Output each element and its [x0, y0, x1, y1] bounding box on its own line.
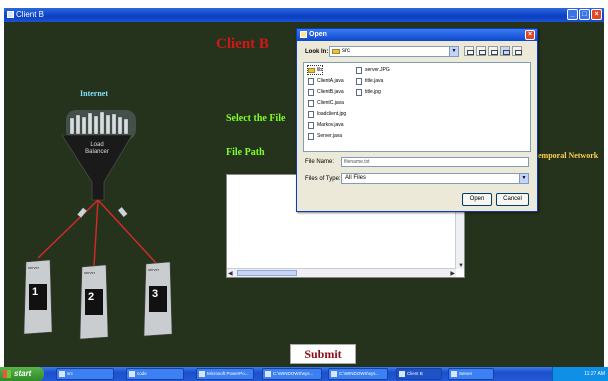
dialog-title: Open: [309, 31, 327, 38]
list-item[interactable]: loadclient.jpg: [308, 110, 346, 118]
look-in-label: Look In:: [305, 49, 329, 55]
dialog-title-bar[interactable]: Open ×: [297, 29, 537, 41]
file-icon: [308, 133, 314, 140]
temporal-network-label: emporal Network: [538, 151, 599, 160]
file-icon: [356, 67, 362, 74]
file-path-label: File Path: [226, 147, 265, 158]
scroll-thumb[interactable]: [237, 270, 297, 276]
file-icon: [356, 78, 362, 85]
app-title-text: Client B: [16, 10, 45, 19]
dialog-close-icon[interactable]: ×: [525, 30, 535, 40]
look-in-select[interactable]: src ▼: [329, 46, 459, 57]
list-view-icon[interactable]: [500, 46, 510, 56]
folder-icon: [59, 371, 65, 377]
list-item[interactable]: ClientA.java: [308, 77, 344, 85]
list-item[interactable]: title.java: [356, 77, 383, 85]
list-item[interactable]: Server.java: [308, 132, 342, 140]
taskbar-item[interactable]: C:\WINDOWS\sys...: [262, 368, 322, 380]
taskbar-item[interactable]: Microsoft PowerPo...: [196, 368, 254, 380]
scroll-right-icon[interactable]: ▶: [450, 270, 455, 277]
screen: Client B _ □ × Load Balancer server 1 se…: [0, 0, 608, 381]
list-item[interactable]: server.JPG: [356, 66, 390, 74]
file-name-input[interactable]: filename.txt: [341, 157, 529, 167]
server-1-tag: server: [28, 265, 40, 270]
taskbar-item[interactable]: Server: [448, 368, 494, 380]
new-folder-icon[interactable]: [488, 46, 498, 56]
server-2-number: 2: [88, 291, 95, 303]
open-file-dialog: Open × Look In: src ▼ lib ClientA.java C…: [296, 28, 538, 212]
minimize-icon[interactable]: _: [567, 9, 578, 20]
window-controls: _ □ ×: [567, 9, 602, 20]
folder-icon: [332, 49, 340, 54]
page-title: Client B: [216, 36, 269, 52]
server-3-number: 3: [152, 288, 159, 300]
load-balancer-label: Load Balancer: [85, 142, 109, 155]
system-tray: 11:27 AM: [552, 367, 608, 381]
list-item[interactable]: Markov.java: [308, 121, 344, 129]
java-icon: [399, 371, 405, 377]
scroll-left-icon[interactable]: ◀: [228, 270, 233, 277]
maximize-icon[interactable]: □: [579, 9, 590, 20]
folder-icon: [308, 68, 315, 73]
list-item[interactable]: ClientB.java: [308, 88, 344, 96]
files-of-type-select[interactable]: All Files ▼: [341, 173, 529, 184]
open-button[interactable]: Open: [462, 193, 492, 206]
submit-button[interactable]: Submit: [290, 344, 356, 364]
file-icon: [308, 78, 314, 85]
cancel-button[interactable]: Cancel: [496, 193, 529, 206]
connection-lines: [37, 199, 157, 267]
details-view-icon[interactable]: [512, 46, 522, 56]
file-icon: [308, 122, 314, 129]
powerpoint-icon: [199, 371, 205, 377]
packet-icons: [76, 206, 128, 219]
chevron-down-icon[interactable]: ▼: [449, 47, 458, 56]
start-button[interactable]: start: [0, 367, 44, 381]
file-icon: [308, 100, 314, 107]
horizontal-scrollbar[interactable]: ◀ ▶: [227, 268, 456, 277]
file-icon: [308, 89, 314, 96]
clock[interactable]: 11:27 AM: [584, 371, 605, 377]
console-icon: [331, 371, 337, 377]
app-title-bar[interactable]: Client B _ □ ×: [4, 8, 604, 22]
dialog-toolbar: [464, 46, 522, 56]
select-file-label: Select the File: [226, 113, 286, 124]
scroll-down-icon[interactable]: ▼: [458, 263, 464, 269]
dialog-icon: [300, 31, 307, 38]
taskbar-item[interactable]: src: [56, 368, 114, 380]
java-icon: [451, 371, 457, 377]
list-item[interactable]: title.jpg: [356, 88, 381, 96]
app-icon: [7, 11, 14, 18]
folder-icon: [129, 371, 135, 377]
server-3-tag: server: [148, 267, 160, 272]
file-icon: [308, 111, 314, 118]
taskbar-item[interactable]: C:\WINDOWS\sys...: [328, 368, 388, 380]
server-2-tag: server: [84, 270, 96, 275]
list-item[interactable]: ClientC.java: [308, 99, 344, 107]
close-icon[interactable]: ×: [591, 9, 602, 20]
taskbar-item[interactable]: Client B: [396, 368, 442, 380]
chevron-down-icon[interactable]: ▼: [519, 174, 528, 183]
server-1-number: 1: [32, 286, 39, 298]
up-folder-icon[interactable]: [464, 46, 474, 56]
look-in-value: src: [342, 48, 350, 54]
file-name-label: File Name:: [305, 159, 335, 165]
taskbar: start src code Microsoft PowerPo... C:\W…: [0, 367, 608, 381]
file-list[interactable]: lib ClientA.java ClientB.java ClientC.ja…: [303, 62, 531, 152]
files-of-type-label: Files of Type:: [305, 176, 341, 182]
console-icon: [265, 371, 271, 377]
files-of-type-value: All Files: [345, 175, 367, 181]
taskbar-item[interactable]: code: [126, 368, 184, 380]
internet-label: Internet: [80, 89, 108, 98]
file-icon: [356, 89, 362, 96]
home-icon[interactable]: [476, 46, 486, 56]
windows-logo-icon: [3, 370, 11, 378]
list-item[interactable]: lib: [306, 65, 324, 75]
